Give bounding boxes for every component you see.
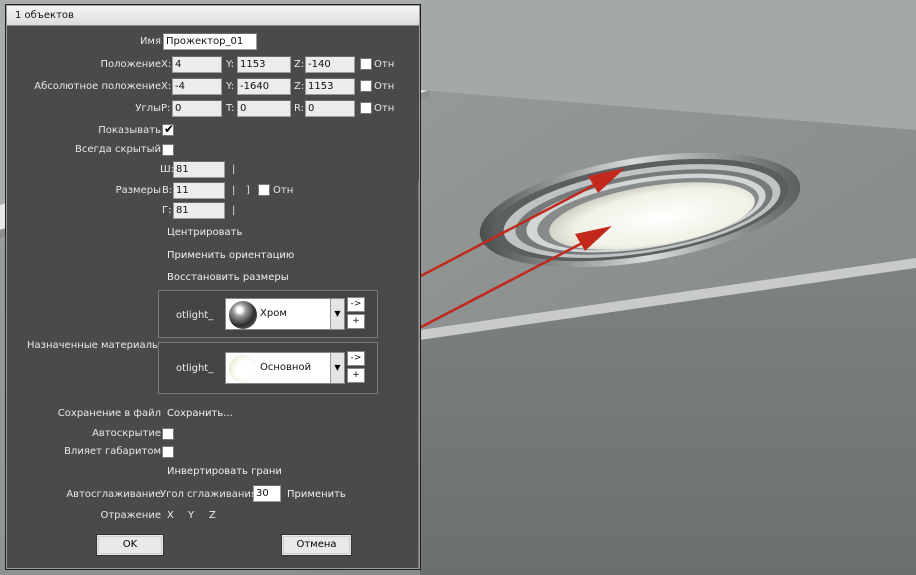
size-depth-label: Г: bbox=[162, 205, 172, 216]
axis-x-label: X: bbox=[161, 59, 172, 70]
size-width-label: Ш: bbox=[160, 164, 175, 175]
scrollbar-track[interactable] bbox=[418, 181, 419, 568]
angle-t-input[interactable]: 0 bbox=[237, 100, 291, 117]
position-z-input[interactable]: -140 bbox=[305, 56, 355, 73]
ok-button[interactable]: OK bbox=[96, 534, 164, 556]
abs-position-y-input[interactable]: -1640 bbox=[237, 78, 291, 95]
autosmooth-label: Автосглаживание bbox=[66, 489, 161, 500]
material-selector[interactable]: Основной ▼ bbox=[225, 352, 345, 384]
axis-r-label: R: bbox=[294, 103, 305, 114]
material-add-button[interactable]: + bbox=[347, 314, 365, 329]
chevron-down-icon[interactable]: ▼ bbox=[330, 353, 344, 383]
autohide-checkbox[interactable] bbox=[162, 428, 174, 440]
axis-p-label: P: bbox=[161, 103, 171, 114]
material-slot-2: otlight_ Основной ▼ -> + bbox=[158, 342, 378, 394]
size-relative-checkbox[interactable] bbox=[258, 184, 270, 196]
cancel-button[interactable]: Отмена bbox=[281, 534, 352, 556]
size-relative-label: Отн bbox=[273, 185, 294, 196]
position-label: Положение bbox=[100, 59, 162, 70]
always-hidden-checkbox[interactable] bbox=[162, 144, 174, 156]
material-add-button[interactable]: + bbox=[347, 368, 365, 383]
material-slot-1: otlight_ Хром ▼ -> + bbox=[158, 290, 378, 338]
apply-smoothing-link[interactable]: Применить bbox=[287, 487, 346, 503]
size-height-input[interactable]: 11 bbox=[173, 182, 225, 199]
materials-label: Назначенные материалы: bbox=[27, 340, 164, 351]
mirror-x-link[interactable]: X bbox=[167, 508, 174, 524]
object-properties-dialog: 1 объектов Имя Прожектор_01 Положение X:… bbox=[6, 5, 420, 569]
angles-relative-checkbox[interactable] bbox=[360, 102, 372, 114]
abs-position-z-input[interactable]: 1153 bbox=[305, 78, 355, 95]
material-assign-button[interactable]: -> bbox=[347, 351, 365, 366]
size-width-bar: | bbox=[232, 164, 236, 175]
dialog-title: 1 объектов bbox=[7, 6, 419, 26]
chrome-sphere-icon bbox=[229, 301, 257, 329]
mirror-label: Отражение bbox=[100, 510, 161, 521]
abs-position-x-input[interactable]: -4 bbox=[172, 78, 222, 95]
angle-r-input[interactable]: 0 bbox=[305, 100, 355, 117]
sizes-label: Размеры bbox=[115, 185, 161, 196]
mirror-y-link[interactable]: Y bbox=[188, 508, 194, 524]
affects-dims-checkbox[interactable] bbox=[162, 446, 174, 458]
position-relative-checkbox[interactable] bbox=[360, 58, 372, 70]
center-link[interactable]: Центрировать bbox=[167, 225, 242, 241]
apply-orientation-link[interactable]: Применить ориентацию bbox=[167, 248, 294, 264]
show-checkbox[interactable]: ✔ bbox=[162, 122, 175, 136]
axis-z-label: Z: bbox=[294, 59, 305, 70]
abs-position-relative-label: Отн bbox=[374, 81, 395, 92]
save-to-file-label: Сохранение в файл bbox=[57, 408, 161, 419]
angles-label: Углы bbox=[135, 103, 161, 114]
size-width-input[interactable]: 81 bbox=[173, 161, 225, 178]
size-depth-bar: | bbox=[232, 205, 236, 216]
axis-x-label: X: bbox=[161, 81, 172, 92]
material-selector[interactable]: Хром ▼ bbox=[225, 298, 345, 330]
dialog-body: Имя Прожектор_01 Положение X: 4 Y: 1153 … bbox=[7, 26, 419, 568]
axis-t-label: T: bbox=[226, 103, 235, 114]
size-height-label: В: bbox=[162, 185, 173, 196]
position-y-input[interactable]: 1153 bbox=[237, 56, 291, 73]
name-label: Имя bbox=[139, 36, 161, 47]
chevron-down-icon[interactable]: ▼ bbox=[330, 299, 344, 329]
angle-p-input[interactable]: 0 bbox=[172, 100, 222, 117]
axis-y-label: Y: bbox=[226, 59, 235, 70]
material-name: Основной bbox=[260, 362, 312, 373]
position-x-input[interactable]: 4 bbox=[172, 56, 222, 73]
angles-relative-label: Отн bbox=[374, 103, 395, 114]
mirror-z-link[interactable]: Z bbox=[209, 508, 216, 524]
axis-y-label: Y: bbox=[226, 81, 235, 92]
material-slot-name: otlight_ bbox=[176, 310, 214, 321]
size-depth-input[interactable]: 81 bbox=[173, 202, 225, 219]
checkmark-icon: ✔ bbox=[164, 122, 175, 136]
material-name: Хром bbox=[260, 308, 287, 319]
material-slot-name: otlight_ bbox=[176, 363, 214, 374]
abs-position-relative-checkbox[interactable] bbox=[360, 80, 372, 92]
axis-z-label: Z: bbox=[294, 81, 305, 92]
material-assign-button[interactable]: -> bbox=[347, 297, 365, 312]
smooth-angle-input[interactable]: 30 bbox=[253, 485, 281, 502]
size-height-bar: | bbox=[232, 185, 236, 196]
position-relative-label: Отн bbox=[374, 59, 395, 70]
always-hidden-label: Всегда скрытый bbox=[75, 144, 161, 155]
save-link[interactable]: Сохранить... bbox=[167, 406, 233, 422]
autohide-label: Автоскрытие bbox=[92, 428, 161, 439]
restore-sizes-link[interactable]: Восстановить размеры bbox=[167, 270, 289, 286]
invert-faces-link[interactable]: Инвертировать грани bbox=[167, 464, 282, 480]
abs-position-label: Абсолютное положение bbox=[34, 81, 161, 92]
show-label: Показывать bbox=[98, 125, 161, 136]
affects-dims-label: Влияет габаритом bbox=[64, 446, 161, 457]
white-sphere-icon bbox=[229, 355, 257, 383]
size-link-bracket: ] bbox=[246, 185, 250, 196]
smooth-angle-label: Угол сглаживания bbox=[160, 489, 257, 500]
name-input[interactable]: Прожектор_01 bbox=[163, 33, 257, 50]
